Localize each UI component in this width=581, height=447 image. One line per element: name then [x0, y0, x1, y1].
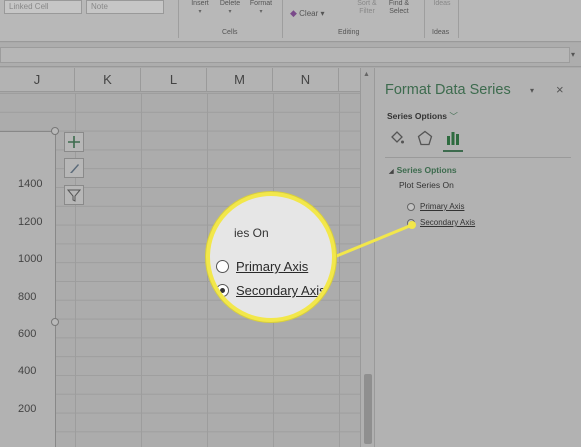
y-tick-label: 1200 — [18, 216, 43, 228]
chart-filters-icon — [67, 189, 81, 202]
series-options-dropdown-label: Series Options — [387, 111, 447, 121]
formula-input[interactable] — [0, 47, 570, 63]
chevron-down-icon: ▾ — [228, 9, 232, 15]
style-note[interactable]: Note — [86, 0, 164, 14]
chart-area[interactable]: 1400 1200 1000 800 600 400 200 — [0, 131, 56, 447]
plot-series-on-label: Plot Series On — [399, 180, 454, 190]
magnified-secondary-axis-label: Secondary Axis — [236, 283, 326, 298]
ideas-group-label: Ideas — [432, 29, 450, 36]
delete-label: Delete — [219, 0, 241, 7]
cells-group-label: Cells — [222, 29, 238, 36]
y-tick-label: 200 — [18, 403, 37, 415]
series-options-icon — [447, 132, 459, 145]
chart-styles-icon — [70, 164, 79, 173]
clear-button[interactable]: ◆ Clear ▾ — [290, 9, 325, 18]
vertical-scrollbar[interactable]: ▲ — [360, 68, 374, 447]
chart-styles-button[interactable] — [64, 158, 84, 178]
scroll-up-icon[interactable]: ▲ — [363, 71, 370, 78]
chevron-down-icon: ▾ — [259, 9, 263, 15]
y-tick-label: 800 — [18, 291, 37, 303]
primary-axis-label: Primary Axis — [420, 202, 465, 211]
secondary-axis-label: Secondary Axis — [420, 218, 476, 227]
magnifier-callout: ies On Primary Axis Secondary Axis — [206, 192, 336, 322]
delete-button[interactable]: Delete ▾ — [216, 0, 244, 16]
group-separator — [424, 0, 425, 38]
chart-filters-button[interactable] — [64, 185, 84, 205]
editing-group-label: Editing — [338, 29, 360, 36]
magnified-primary-axis-option[interactable]: Primary Axis — [216, 259, 308, 274]
group-separator — [282, 0, 283, 38]
y-tick-label: 1000 — [18, 253, 43, 265]
column-header-k[interactable]: K — [75, 68, 141, 92]
sort-filter-button[interactable]: Sort & Filter — [352, 0, 382, 16]
chart-elements-button[interactable] — [64, 132, 84, 152]
y-tick-label: 600 — [18, 328, 37, 340]
radio-button-selected[interactable] — [216, 284, 229, 297]
column-header-j[interactable]: J — [0, 68, 75, 92]
fill-line-icon — [391, 131, 404, 144]
resize-handle[interactable] — [51, 127, 59, 135]
close-icon[interactable]: × — [556, 82, 564, 97]
scroll-thumb[interactable] — [364, 374, 372, 444]
fill-line-tab[interactable] — [388, 129, 406, 147]
format-data-series-pane: Format Data Series ▾ × Series Options ﹀ … — [374, 68, 581, 447]
secondary-axis-option[interactable]: Secondary Axis — [407, 218, 475, 227]
find-select-button[interactable]: Find & Select — [384, 0, 414, 16]
chevron-down-icon[interactable]: ▾ — [530, 86, 534, 95]
format-label: Format — [249, 0, 273, 7]
chevron-down-icon: ▾ — [198, 9, 202, 15]
series-options-section[interactable]: ◢ Series Options — [389, 165, 457, 175]
column-header-n[interactable]: N — [273, 68, 339, 92]
resize-handle[interactable] — [51, 318, 59, 326]
ribbon: Linked Cell Note Insert ▾ Delete ▾ Format ▾… — [0, 0, 581, 42]
formula-bar: ▾ — [0, 43, 581, 67]
radio-button[interactable] — [216, 260, 229, 273]
group-separator — [178, 0, 179, 38]
section-title: Series Options — [396, 165, 457, 175]
grid-line — [141, 93, 142, 447]
chevron-down-icon: ﹀ — [449, 111, 458, 121]
format-button[interactable]: Format ▾ — [246, 0, 276, 16]
callout-dot — [408, 221, 416, 229]
group-separator — [458, 0, 459, 38]
eraser-icon: ◆ — [290, 8, 297, 18]
series-options-dropdown[interactable]: Series Options ﹀ — [387, 110, 458, 122]
active-tab-indicator — [443, 150, 463, 152]
chevron-down-icon[interactable]: ▾ — [571, 50, 575, 59]
radio-button[interactable] — [407, 202, 415, 211]
clear-label: Clear — [299, 9, 319, 18]
effects-tab[interactable] — [416, 129, 434, 147]
column-header-m[interactable]: M — [207, 68, 273, 92]
column-headers: J K L M N — [0, 68, 360, 92]
effects-icon — [417, 130, 433, 146]
magnified-primary-axis-label: Primary Axis — [236, 259, 309, 274]
grid-line — [339, 93, 340, 447]
y-tick-label: 1400 — [18, 178, 43, 190]
chart-elements-icon — [68, 136, 80, 148]
series-options-tab[interactable] — [444, 129, 462, 147]
primary-axis-option[interactable]: Primary Axis — [407, 202, 464, 211]
column-header-l[interactable]: L — [141, 68, 207, 92]
ideas-button[interactable]: Ideas — [430, 0, 454, 8]
style-linked-cell[interactable]: Linked Cell — [4, 0, 82, 14]
insert-button[interactable]: Insert ▾ — [188, 0, 212, 16]
y-tick-label: 400 — [18, 365, 37, 377]
pane-title: Format Data Series — [385, 82, 511, 98]
insert-label: Insert — [191, 0, 209, 7]
magnified-secondary-axis-option[interactable]: Secondary Axis — [216, 283, 326, 298]
magnified-plot-series-on-label: ies On — [234, 226, 269, 240]
collapse-icon: ◢ — [389, 169, 394, 175]
divider — [385, 157, 571, 158]
